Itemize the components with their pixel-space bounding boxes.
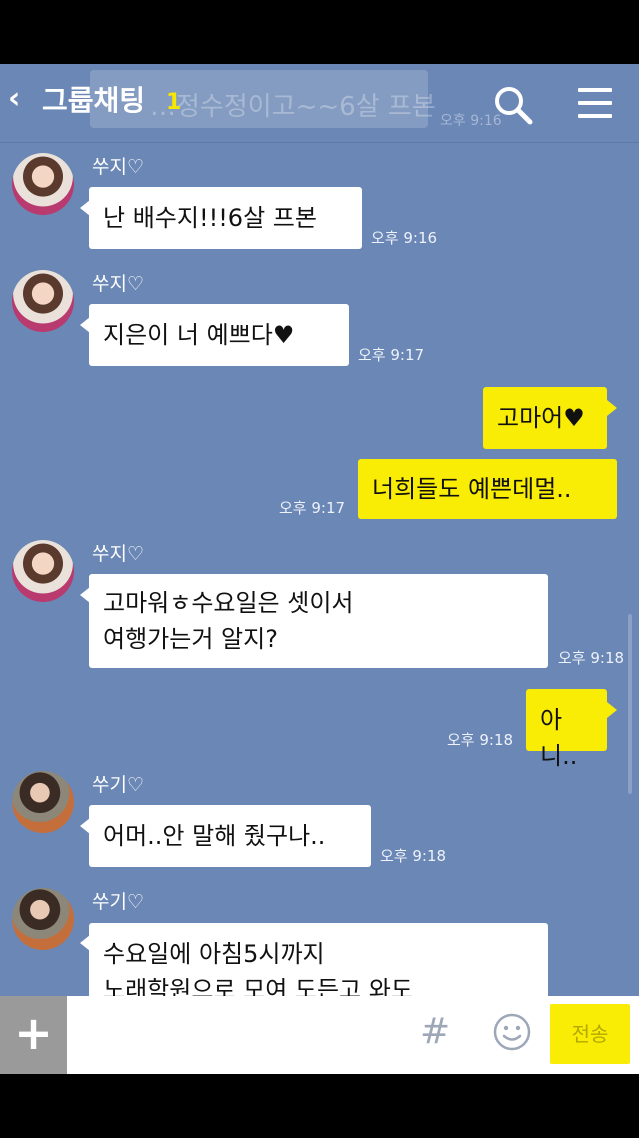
message-text: 지은이 너 예쁘다♥ <box>103 321 295 349</box>
message-time: 오후 9:18 <box>558 649 625 667</box>
sender-name: 쑤지♡ <box>92 156 144 178</box>
sender-name: 쑤기♡ <box>92 891 144 913</box>
status-bar-area <box>0 0 639 64</box>
scrollbar[interactable] <box>628 614 632 794</box>
avatar[interactable] <box>12 270 74 332</box>
message-text: 어머..안 말해 줬구나.. <box>103 822 326 850</box>
menu-icon[interactable] <box>578 88 614 120</box>
own-message-bubble[interactable]: 너희들도 예쁜데멀.. <box>358 459 617 519</box>
avatar[interactable] <box>12 771 74 833</box>
message-bubble[interactable]: 난 배수지!!!6살 프본 <box>89 187 362 249</box>
message-input[interactable] <box>67 996 407 1074</box>
hash-icon[interactable]: # <box>420 1012 450 1052</box>
message-time: 오후 9:16 <box>371 229 438 247</box>
emoji-icon[interactable] <box>492 1012 532 1052</box>
message-text: 아니.. <box>540 706 578 770</box>
previous-message-ghost-text: …정수정이고~~6살 프본 <box>150 92 436 122</box>
message-time: 오후 9:17 <box>358 346 425 364</box>
message-time: 오후 9:18 <box>447 731 514 749</box>
message-text: 난 배수지!!!6살 프본 <box>103 204 317 232</box>
chat-title: 그룹채팅 <box>42 84 146 117</box>
message-time: 오후 9:18 <box>380 847 447 865</box>
back-icon[interactable]: ‹ <box>8 84 20 114</box>
avatar[interactable] <box>12 540 74 602</box>
own-message-bubble[interactable]: 아니.. <box>526 689 607 770</box>
message-text-line: 수요일에 아침5시까지 <box>103 940 325 968</box>
avatar[interactable] <box>12 888 74 950</box>
message-text-line: 고마워ㅎ수요일은 셋이서 <box>103 589 354 617</box>
bubble-tail <box>607 702 617 718</box>
sender-name: 쑤기♡ <box>92 774 144 796</box>
send-button[interactable]: 전송 <box>550 1004 630 1064</box>
message-text: 고마어♥ <box>497 404 585 432</box>
avatar[interactable] <box>12 153 74 215</box>
message-bubble[interactable]: 고마워ㅎ수요일은 셋이서 여행가는거 알지? <box>89 574 548 668</box>
member-count: 1 <box>166 90 182 115</box>
own-message-bubble[interactable]: 고마어♥ <box>483 387 607 449</box>
message-text-line: 여행가는거 알지? <box>103 625 278 653</box>
message-bubble[interactable]: 어머..안 말해 줬구나.. <box>89 805 371 867</box>
plus-icon[interactable]: + <box>0 996 67 1074</box>
message-text: 너희들도 예쁜데멀.. <box>372 475 572 503</box>
navigation-bar-area <box>0 1074 639 1138</box>
message-time: 오후 9:17 <box>279 499 346 517</box>
search-icon[interactable] <box>492 84 534 126</box>
chat-screen: …정수정이고~~6살 프본 오후 9:16 ‹ 그룹채팅 1 쑤지♡ 난 배수지… <box>0 0 639 1138</box>
message-bubble[interactable]: 지은이 너 예쁘다♥ <box>89 304 349 366</box>
sender-name: 쑤지♡ <box>92 543 144 565</box>
bubble-tail <box>607 400 617 416</box>
sender-name: 쑤지♡ <box>92 273 144 295</box>
input-bar: + # 전송 <box>0 996 639 1074</box>
